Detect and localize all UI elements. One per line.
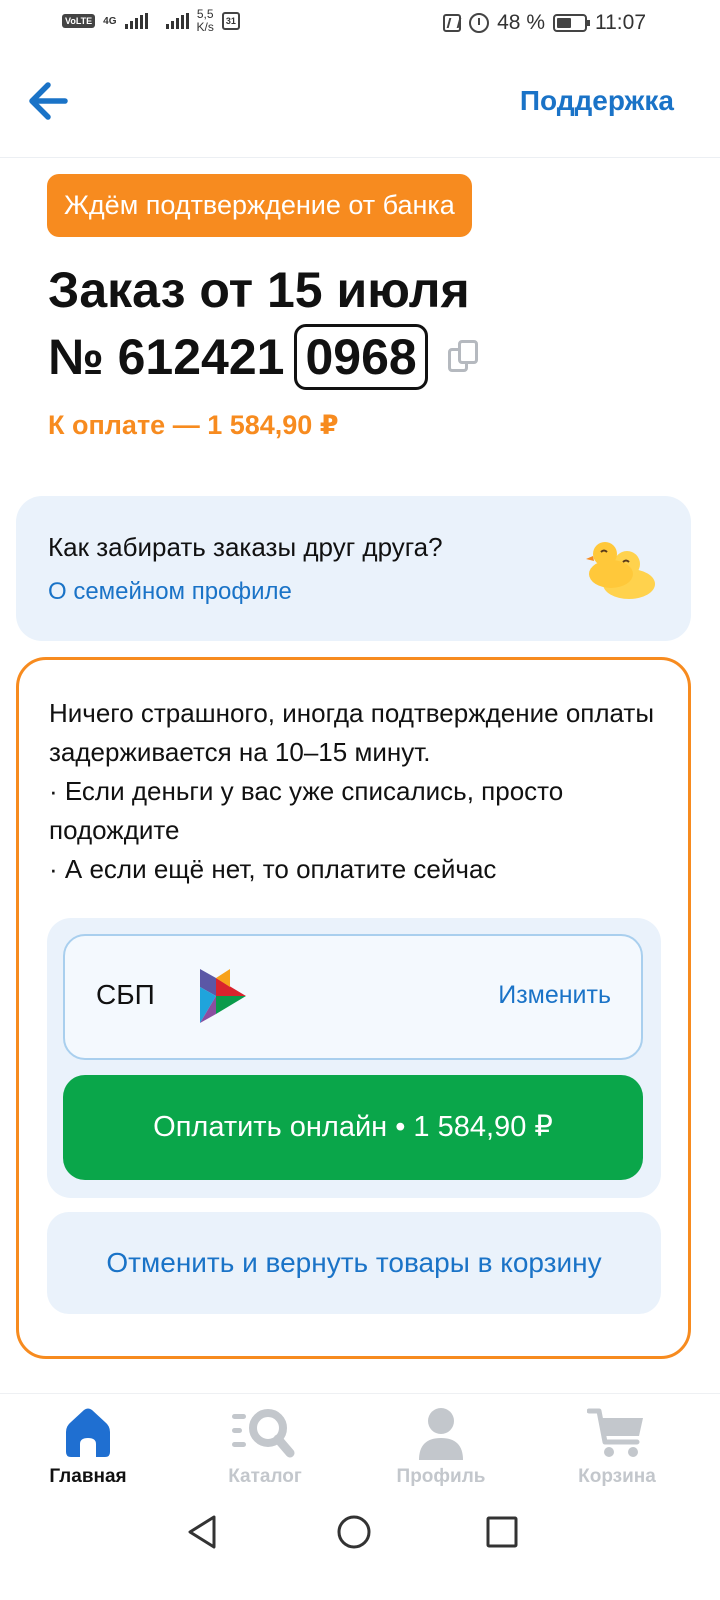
home-icon [66,1408,110,1457]
payment-box: СБП Изменить Оплатить онлайн • 1 584,90 … [47,918,661,1198]
nfc-icon [443,14,462,32]
info-text: Ничего страшного, иногда подтверждение о… [49,694,669,889]
volte-indicator: VoLTE [62,14,96,28]
status-left: VoLTE 4G 5,5 K/s 31 [62,8,240,34]
family-profile-link[interactable]: О семейном профиле [48,578,292,606]
cart-icon [587,1408,643,1457]
nav-label: Каталог [228,1466,302,1487]
info-line: Ничего страшного, иногда подтверждение о… [49,698,655,767]
nav-label: Главная [49,1466,127,1487]
order-title: Заказ от 15 июля [48,262,470,318]
top-app-bar: Поддержка [0,50,720,158]
catalog-search-icon [232,1409,295,1458]
order-number-highlight: 0968 [294,324,428,390]
alarm-icon [469,13,490,33]
order-number-prefix: № 612421 [48,329,285,385]
battery-percent: 48 % [497,11,545,34]
order-number: № 612421 0968 [48,323,478,391]
family-question: Как забирать заказы друг друга? [48,532,443,562]
arrow-left-icon [29,82,68,120]
signal-icon-2 [165,13,189,29]
copy-icon[interactable] [447,340,478,374]
network-speed: 5,5 K/s [197,8,214,34]
bottom-navigation: Главная Каталог Профиль Корзина [0,1393,720,1493]
battery-icon [553,14,590,32]
change-payment-link[interactable]: Изменить [498,981,611,1010]
speed-value: 5,5 [196,7,214,21]
info-bullet: · Если деньги у вас уже списались, прост… [49,776,564,845]
clock: 11:07 [595,11,646,34]
payment-method-name: СБП [96,979,155,1010]
system-navigation-bar [0,1492,720,1570]
family-profile-card[interactable]: Как забирать заказы друг друга? О семейн… [16,496,691,641]
back-button[interactable] [28,80,68,122]
pay-online-button[interactable]: Оплатить онлайн • 1 584,90 ₽ [63,1075,643,1180]
speed-unit: K/s [196,20,214,34]
calendar-icon: 31 [221,12,240,30]
cancel-order-button[interactable]: Отменить и вернуть товары в корзину [47,1212,661,1314]
nav-item-home[interactable]: Главная [8,1394,168,1494]
nav-item-cart[interactable]: Корзина [537,1394,697,1494]
profile-icon [419,1408,463,1460]
sbp-logo-icon [200,969,246,1023]
system-back-icon[interactable] [184,1512,224,1552]
status-right: 48 % 11:07 [443,11,646,35]
ducks-icon [586,542,655,599]
network-type: 4G [103,15,117,27]
status-bar: VoLTE 4G 5,5 K/s 31 48 % 11:07 [0,0,720,50]
nav-label: Профиль [396,1466,486,1487]
system-recents-icon[interactable] [482,1512,522,1552]
payment-method-card[interactable]: СБП Изменить [63,934,643,1060]
support-link[interactable]: Поддержка [520,85,674,117]
info-bullet: · А если ещё нет, то оплатите сейчас [49,854,497,884]
system-home-icon[interactable] [334,1512,374,1552]
status-badge: Ждём подтверждение от банка [47,174,472,237]
amount-due: К оплате — 1 584,90 ₽ [48,410,339,440]
nav-item-profile[interactable]: Профиль [361,1394,521,1494]
payment-info-card: Ничего страшного, иногда подтверждение о… [16,657,691,1359]
nav-label: Корзина [578,1466,656,1487]
nav-item-catalog[interactable]: Каталог [185,1394,345,1494]
signal-icon [124,13,148,29]
